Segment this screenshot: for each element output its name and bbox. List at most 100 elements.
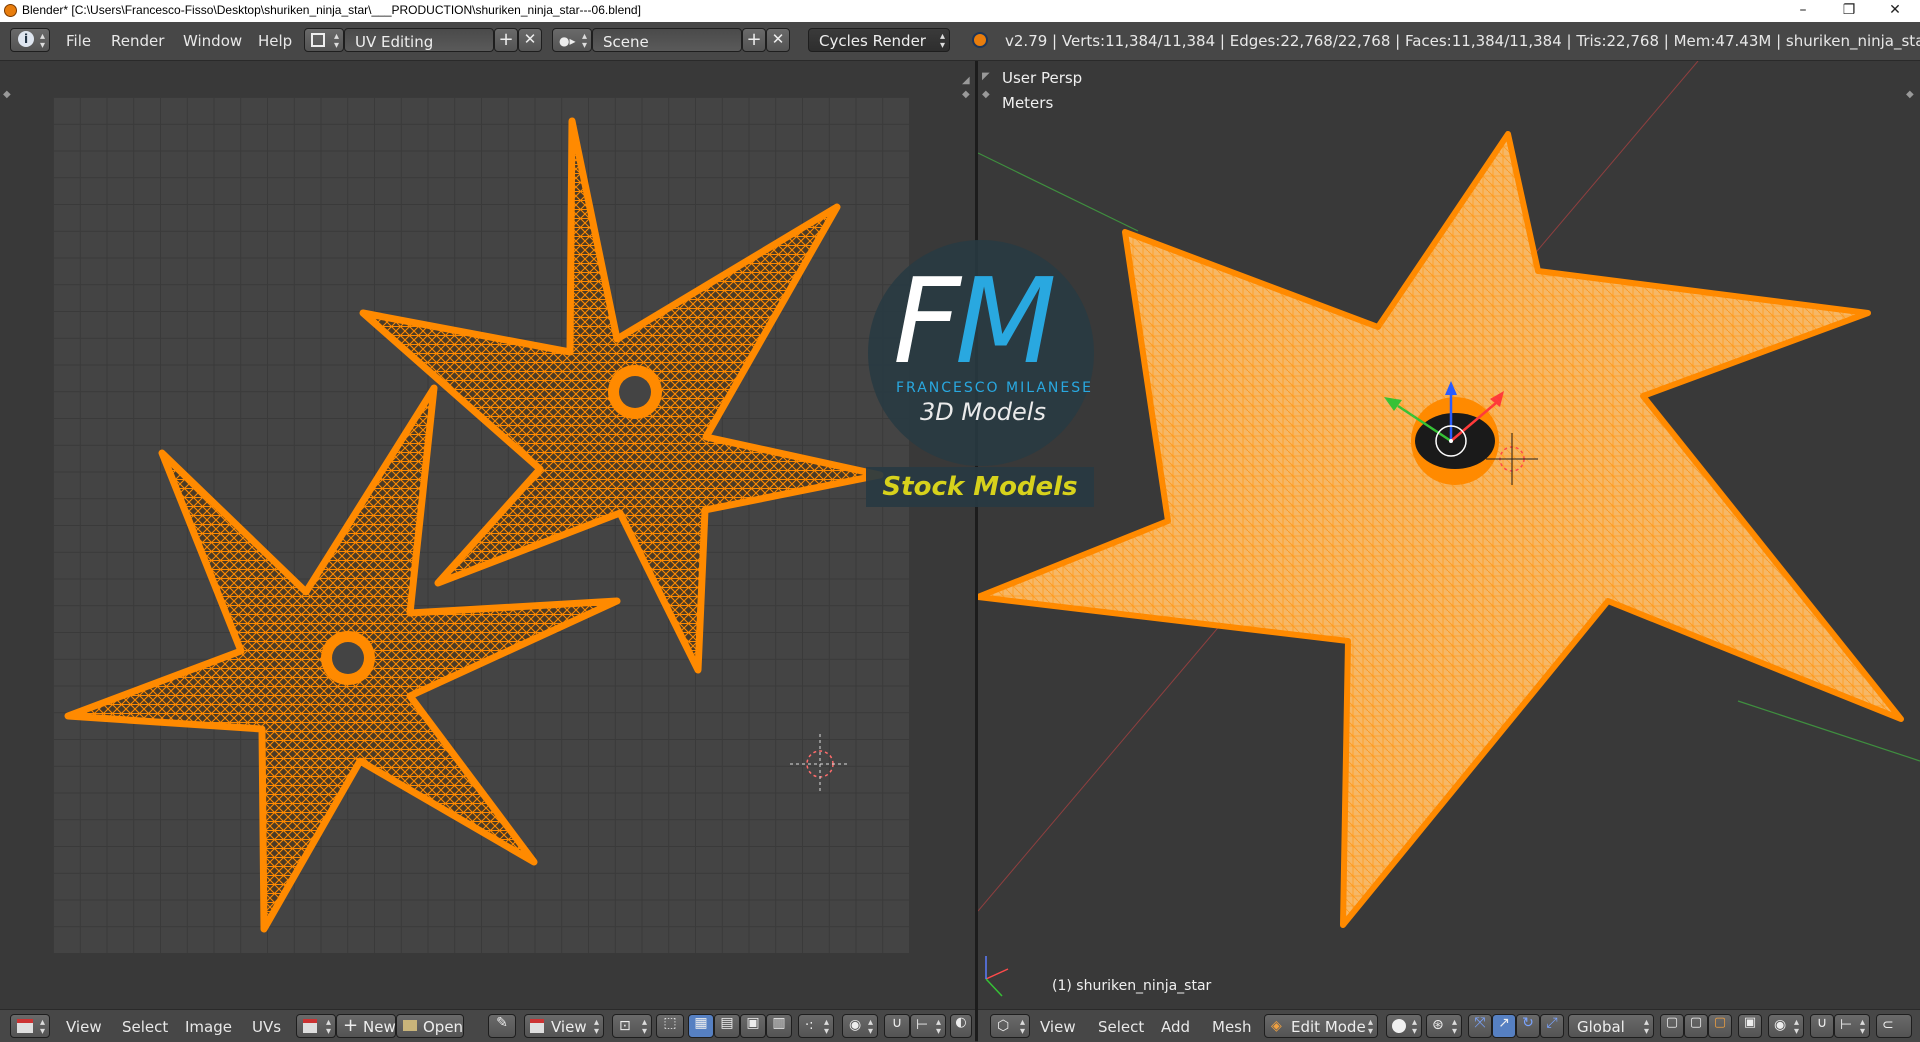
- pin-icon: ✎: [496, 1015, 508, 1031]
- dropdown-arrows-icon: ▴ ▾: [39, 1017, 45, 1037]
- uv-menu-select[interactable]: Select: [122, 1018, 168, 1036]
- uv-2d-cursor[interactable]: [790, 734, 850, 794]
- sync-selection-button[interactable]: ⬚: [656, 1014, 684, 1038]
- open-image-button[interactable]: Open: [396, 1014, 464, 1038]
- menu-render[interactable]: Render: [111, 32, 164, 50]
- edge-select-icon: ▤: [720, 1015, 734, 1031]
- pin-button[interactable]: ✎: [488, 1014, 516, 1038]
- edge-select-button[interactable]: ▤: [714, 1014, 740, 1038]
- blender-logo-icon: [972, 32, 988, 48]
- scene-selector-button[interactable]: ●▸ ▴ ▾: [552, 28, 592, 52]
- render-engine-label: Cycles Render: [819, 32, 926, 50]
- dropdown-arrows-icon: ▴ ▾: [1859, 1017, 1865, 1037]
- view3d-more-button[interactable]: ⊂: [1876, 1014, 1912, 1038]
- blender-logo-icon: [4, 4, 17, 17]
- editor-type-3d-button[interactable]: ⬡ ▴ ▾: [990, 1014, 1030, 1038]
- pivot-point-3d-dropdown[interactable]: ⊛ ▴ ▾: [1426, 1014, 1462, 1038]
- delete-layout-button[interactable]: ✕: [518, 28, 542, 52]
- dropdown-arrows-icon: ▴ ▾: [641, 1017, 647, 1037]
- render-engine-dropdown[interactable]: Cycles Render ▴ ▾: [808, 28, 950, 52]
- new-image-label: New: [363, 1018, 396, 1036]
- image-browse-icon: [303, 1019, 317, 1033]
- scene-field[interactable]: Scene: [592, 28, 742, 52]
- new-image-button[interactable]: + New: [336, 1014, 396, 1038]
- uv-islands: [64, 117, 884, 933]
- close-icon: ✕: [771, 30, 785, 48]
- uv-editor-header: ▴ ▾ View Select Image UVs ▴ ▾ + New Open ✎…: [0, 1009, 975, 1042]
- face-select-icon: ▣: [746, 1015, 760, 1031]
- screen-layout-button[interactable]: ▴ ▾: [304, 28, 344, 52]
- uv-menu-view[interactable]: View: [66, 1018, 102, 1036]
- proportional-edit-dropdown[interactable]: ◉ ▴ ▾: [842, 1014, 878, 1038]
- island-select-button[interactable]: ▥: [766, 1014, 792, 1038]
- delete-scene-button[interactable]: ✕: [766, 28, 790, 52]
- dropdown-arrows-icon: ▴ ▾: [1019, 1017, 1025, 1037]
- minimize-button[interactable]: –: [1780, 0, 1826, 22]
- view-mode-label: View: [551, 1018, 587, 1036]
- uv-island-bottom: [64, 384, 621, 933]
- screen-layout-field[interactable]: UV Editing: [344, 28, 494, 52]
- view3d-menu-add[interactable]: Add: [1161, 1018, 1190, 1036]
- menu-file[interactable]: File: [66, 32, 91, 50]
- vertex-select-icon: ▦: [694, 1015, 708, 1031]
- scale-manipulator-button[interactable]: ⤢: [1540, 1014, 1564, 1038]
- snap-3d-toggle-button[interactable]: ∪: [1810, 1014, 1834, 1038]
- snap-toggle-button[interactable]: ∪: [884, 1014, 910, 1038]
- maximize-button[interactable]: ❐: [1826, 0, 1872, 22]
- vertex-select-button[interactable]: ▦: [688, 1014, 714, 1038]
- uv-more-button[interactable]: ◐: [950, 1014, 972, 1038]
- layer-button-1[interactable]: ▢: [1660, 1014, 1684, 1038]
- uv-island-top: [359, 117, 884, 674]
- snap-element-icon: ⊢: [916, 1017, 929, 1033]
- uv-image-editor[interactable]: ◆ ◢ ◆: [0, 61, 975, 1009]
- view3d-menu-mesh[interactable]: Mesh: [1212, 1018, 1252, 1036]
- interaction-mode-label: Edit Mode: [1291, 1018, 1366, 1036]
- add-layout-button[interactable]: +: [494, 28, 518, 52]
- logo-letter-m: M: [954, 252, 1057, 390]
- occlude-icon: ▣: [1743, 1015, 1757, 1030]
- 3d-viewport[interactable]: ◤ ◆ ◆ User Persp Meters (1) shuriken_nin…: [978, 61, 1920, 1009]
- pivot-point-dropdown[interactable]: ⊡ ▴ ▾: [612, 1014, 652, 1038]
- dropdown-arrows-icon: ▴ ▾: [325, 1017, 331, 1037]
- close-button[interactable]: ✕: [1872, 0, 1918, 22]
- browse-image-button[interactable]: ▴ ▾: [296, 1014, 336, 1038]
- uv-menu-uvs[interactable]: UVs: [252, 1018, 281, 1036]
- proportional-edit-3d-dropdown[interactable]: ◉ ▴ ▾: [1768, 1014, 1804, 1038]
- view3d-menu-view[interactable]: View: [1040, 1018, 1076, 1036]
- viewport-shading-dropdown[interactable]: ▴ ▾: [1386, 1014, 1422, 1038]
- proportional-edit-icon: ◉: [1774, 1017, 1787, 1033]
- manipulator-toggle-button[interactable]: ⤧: [1468, 1014, 1492, 1038]
- proportional-edit-icon: ◉: [849, 1017, 862, 1033]
- dropdown-arrows-icon: ▴ ▾: [935, 1017, 941, 1037]
- magnet-icon: ∪: [891, 1015, 903, 1031]
- translate-manipulator-button[interactable]: ↗: [1492, 1014, 1516, 1038]
- add-scene-button[interactable]: +: [742, 28, 766, 52]
- snap-element-dropdown[interactable]: ⊢ ▴ ▾: [910, 1014, 946, 1038]
- image-editor-icon: [17, 1019, 33, 1033]
- occlude-geometry-button[interactable]: ▣: [1738, 1014, 1762, 1038]
- interaction-mode-dropdown[interactable]: ◈ Edit Mode ▴ ▾: [1264, 1014, 1378, 1038]
- dropdown-arrows-icon: ▴ ▾: [1451, 1017, 1457, 1037]
- window-title: Blender* [C:\Users\Francesco-Fisso\Deskt…: [22, 3, 641, 17]
- cube-icon: ▢: [1713, 1015, 1727, 1030]
- editor-type-info-button[interactable]: i ▴ ▾: [10, 28, 50, 52]
- editor-type-uv-button[interactable]: ▴ ▾: [10, 1014, 50, 1038]
- face-select-button[interactable]: ▣: [740, 1014, 766, 1038]
- layer-button-3[interactable]: ▢: [1708, 1014, 1732, 1038]
- view3d-menu-select[interactable]: Select: [1098, 1018, 1144, 1036]
- dropdown-arrows-icon: ▴ ▾: [581, 31, 587, 51]
- rotate-manipulator-button[interactable]: ↻: [1516, 1014, 1540, 1038]
- transform-orientation-dropdown[interactable]: Global ▴ ▾: [1568, 1014, 1654, 1038]
- uv-menu-image[interactable]: Image: [185, 1018, 232, 1036]
- view-mode-dropdown[interactable]: View ▴ ▾: [524, 1014, 604, 1038]
- 3d-view-header: ⬡ ▴ ▾ View Select Add Mesh ◈ Edit Mode ▴ ▾…: [978, 1009, 1920, 1042]
- arrow-icon: ↗: [1498, 1015, 1510, 1031]
- snap-3d-element-dropdown[interactable]: ⊢ ▴ ▾: [1834, 1014, 1870, 1038]
- menu-help[interactable]: Help: [258, 32, 292, 50]
- plus-icon: +: [343, 1015, 359, 1036]
- transform-orientation-label: Global: [1577, 1018, 1625, 1036]
- rotate-icon: ↻: [1522, 1015, 1534, 1031]
- layer-button-2[interactable]: ▢: [1684, 1014, 1708, 1038]
- sticky-select-dropdown[interactable]: ·: ▴ ▾: [798, 1014, 834, 1038]
- menu-window[interactable]: Window: [183, 32, 242, 50]
